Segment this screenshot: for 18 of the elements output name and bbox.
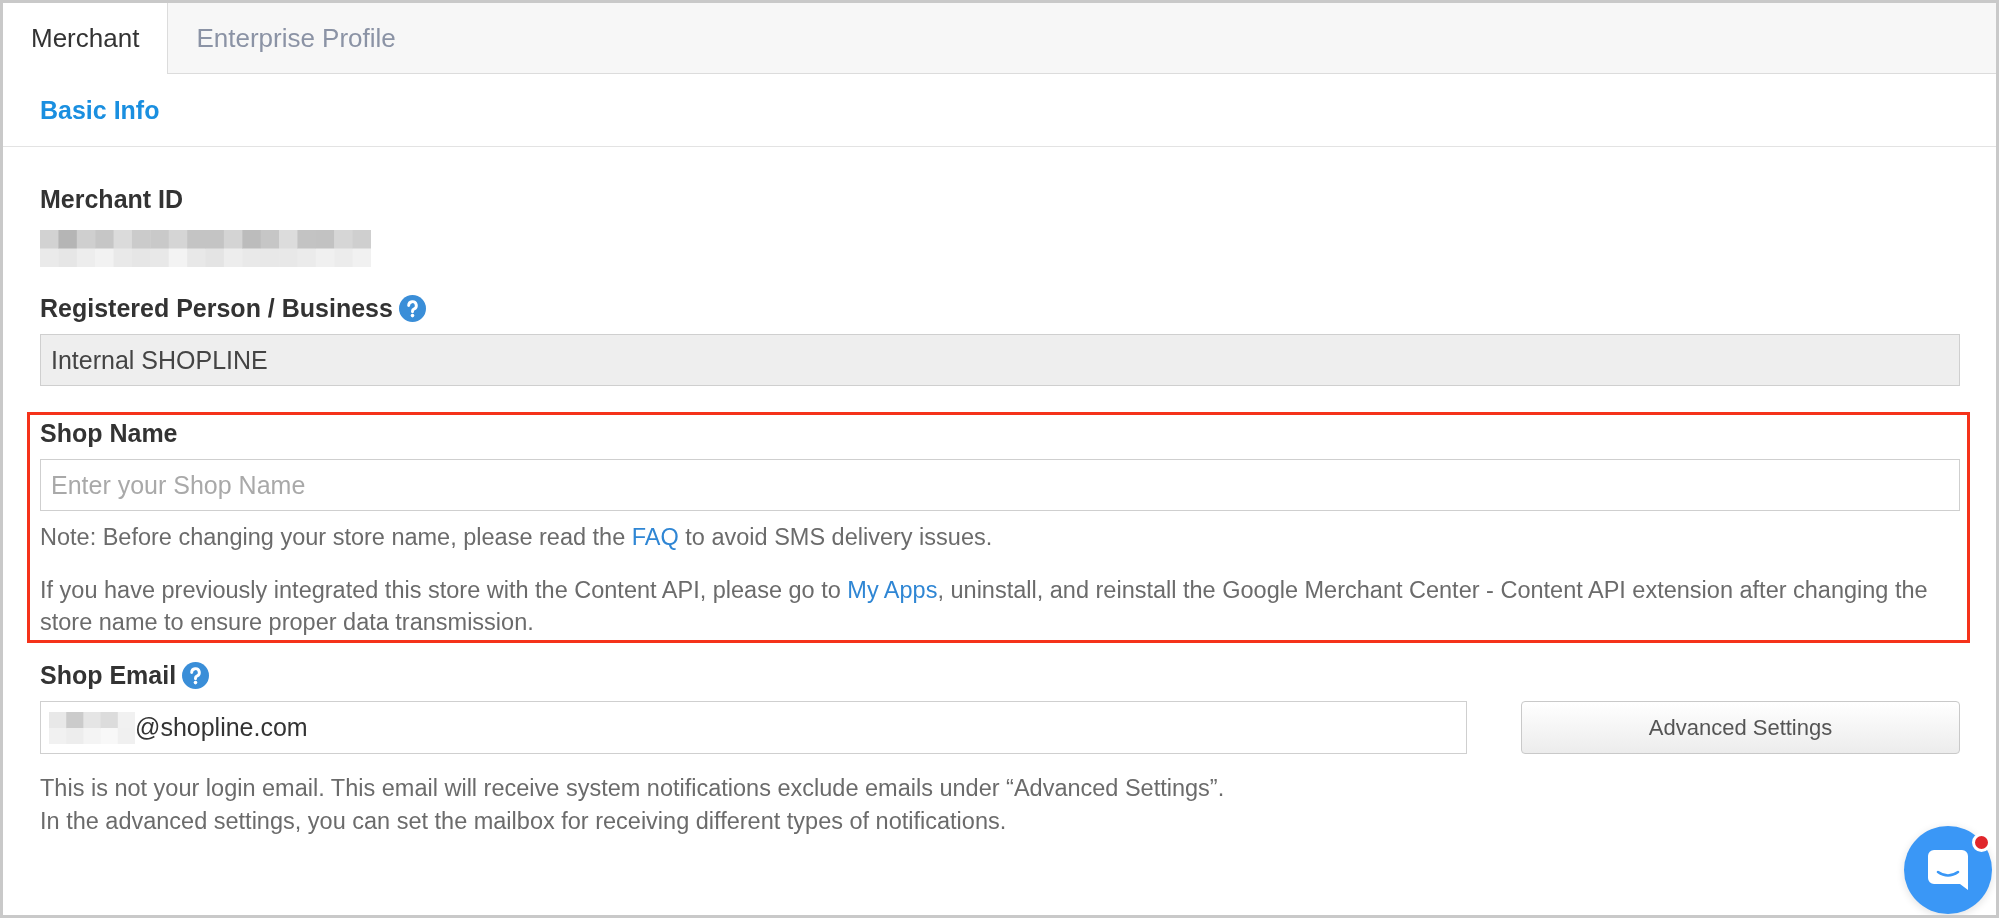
- email-field[interactable]: @shopline.com: [40, 701, 1467, 754]
- field-label: Registered Person / Business: [40, 293, 393, 323]
- help-icon[interactable]: [182, 661, 210, 689]
- inline-link[interactable]: FAQ: [631, 524, 679, 550]
- chat-bubble-icon: [1925, 847, 1971, 893]
- section-title: Basic Info: [40, 95, 160, 125]
- field-label: Shop Email: [40, 660, 177, 690]
- note-text: Note: Before changing your store name, please read the FAQ to avoid SMS delivery issues.: [40, 523, 994, 552]
- advanced-settings-button[interactable]: Advanced Settings: [1521, 701, 1960, 754]
- help-text: In the advanced settings, you can set the mailbox for receiving different types of notifications.: [40, 807, 1008, 836]
- text-input[interactable]: Enter your Shop Name: [40, 459, 1960, 511]
- note-text: If you have previously integrated this store with the Content API, please go to My Apps, uninstall, and reinstall the Google Merchant Center - Content API extension after changing the store name to ensure proper data transmission.: [40, 576, 1929, 637]
- tab[interactable]: Merchant: [3, 3, 169, 74]
- help-text: This is not your login email. This email will receive system notifications exclude emails under “Advanced Settings”.: [40, 774, 1226, 803]
- chat-button[interactable]: [1904, 826, 1992, 914]
- field-label: Shop Name: [40, 418, 178, 448]
- inline-link[interactable]: My Apps: [847, 577, 938, 603]
- field-label: Merchant ID: [40, 184, 184, 214]
